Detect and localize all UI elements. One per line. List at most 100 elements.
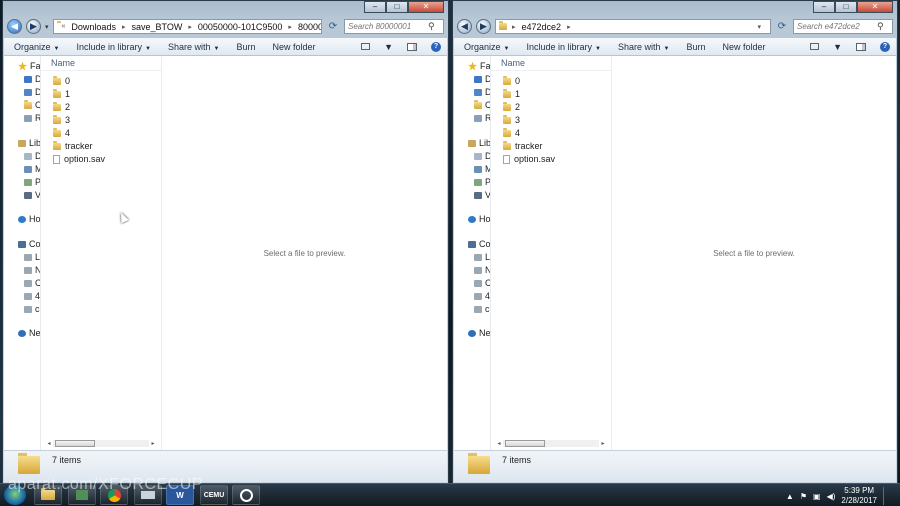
share-with-button[interactable]: Share with ▼: [618, 42, 669, 52]
include-in-library-button[interactable]: Include in library ▼: [526, 42, 600, 52]
new-folder-button[interactable]: New folder: [272, 42, 315, 52]
nav-item[interactable]: Lo: [24, 252, 40, 262]
volume-icon[interactable]: ◀): [827, 492, 836, 501]
nav-item[interactable]: Cl: [24, 278, 40, 288]
close-button[interactable]: ✕: [408, 1, 444, 13]
refresh-icon[interactable]: ⟳: [326, 19, 340, 34]
nav-item[interactable]: Cl: [474, 278, 490, 288]
new-folder-button[interactable]: New folder: [722, 42, 765, 52]
scroll-left-icon[interactable]: ◂: [495, 440, 503, 447]
help-icon[interactable]: ?: [431, 41, 441, 52]
nav-item[interactable]: Ci: [24, 99, 40, 110]
list-item[interactable]: 0: [53, 75, 70, 86]
list-item[interactable]: 4: [53, 127, 70, 138]
nav-item-network[interactable]: Net: [18, 328, 40, 338]
search-input[interactable]: [797, 22, 877, 31]
nav-item-homegroup[interactable]: Ho: [468, 214, 490, 224]
preview-pane-icon[interactable]: [856, 42, 866, 51]
chevron-right-icon[interactable]: ▸: [122, 23, 126, 31]
nav-item[interactable]: D: [474, 151, 490, 161]
breadcrumb-item[interactable]: e472dce2: [522, 22, 562, 32]
show-hidden-icons-icon[interactable]: ▲: [786, 492, 794, 501]
share-with-button[interactable]: Share with ▼: [168, 42, 219, 52]
nav-item-homegroup[interactable]: Ho: [18, 214, 40, 224]
nav-item[interactable]: D: [24, 87, 40, 97]
minimize-button[interactable]: –: [813, 1, 835, 13]
address-bar[interactable]: « Downloads ▸ save_BTOW ▸ 00050000-101C9…: [52, 19, 322, 34]
list-item[interactable]: tracker: [503, 140, 543, 151]
nav-item[interactable]: D: [474, 74, 490, 84]
nav-item[interactable]: 4T: [474, 291, 490, 301]
help-icon[interactable]: ?: [880, 41, 890, 52]
chevron-right-icon[interactable]: ▸: [188, 23, 192, 31]
nav-item[interactable]: Lo: [474, 252, 490, 262]
minimize-button[interactable]: –: [364, 1, 386, 13]
search-box[interactable]: ⚲: [344, 19, 444, 34]
forward-button[interactable]: ▶: [476, 19, 491, 34]
nav-item-libraries[interactable]: Libr: [18, 138, 40, 148]
include-in-library-button[interactable]: Include in library ▼: [76, 42, 150, 52]
scroll-left-icon[interactable]: ◂: [45, 440, 53, 447]
recent-pages-dropdown[interactable]: ▾: [45, 23, 49, 31]
nav-item[interactable]: N: [24, 265, 40, 275]
nav-item[interactable]: Ci: [474, 99, 490, 110]
breadcrumb-item[interactable]: 00050000-101C9500: [198, 22, 283, 32]
chevron-right-icon[interactable]: ▸: [288, 23, 292, 31]
nav-item-favorites[interactable]: Fav: [468, 61, 490, 71]
list-item[interactable]: 1: [53, 88, 70, 99]
burn-button[interactable]: Burn: [686, 42, 705, 52]
scroll-thumb[interactable]: [505, 440, 545, 447]
scroll-right-icon[interactable]: ▸: [149, 440, 157, 447]
scroll-thumb[interactable]: [55, 440, 95, 447]
address-dropdown-icon[interactable]: ▾: [757, 23, 761, 31]
nav-item[interactable]: M: [474, 164, 490, 174]
list-item[interactable]: option.sav: [53, 154, 105, 164]
burn-button[interactable]: Burn: [236, 42, 255, 52]
chevron-right-icon[interactable]: ▸: [567, 23, 571, 31]
list-item[interactable]: 2: [503, 101, 520, 112]
clock[interactable]: 5:39 PM 2/28/2017: [841, 486, 877, 506]
nav-item-computer[interactable]: Cor: [18, 239, 40, 249]
nav-item[interactable]: cp: [24, 304, 40, 314]
breadcrumb-item[interactable]: save_BTOW: [131, 22, 182, 32]
back-button[interactable]: ◀: [7, 19, 22, 34]
nav-item-network[interactable]: Net: [468, 328, 490, 338]
search-icon[interactable]: ⚲: [428, 21, 435, 32]
network-icon[interactable]: ▣: [813, 492, 821, 501]
list-item[interactable]: 2: [53, 101, 70, 112]
forward-button[interactable]: ▶: [26, 19, 41, 34]
list-item[interactable]: 3: [503, 114, 520, 125]
change-view-icon[interactable]: [361, 43, 371, 50]
nav-item[interactable]: D: [24, 151, 40, 161]
nav-item[interactable]: Vi: [474, 190, 490, 200]
nav-item[interactable]: cp: [474, 304, 490, 314]
maximize-button[interactable]: □: [386, 1, 408, 13]
horizontal-scrollbar[interactable]: ◂ ▸: [495, 439, 607, 448]
search-box[interactable]: ⚲: [793, 19, 893, 34]
action-center-flag-icon[interactable]: ⚑: [800, 492, 807, 501]
refresh-icon[interactable]: ⟳: [775, 19, 789, 34]
nav-item[interactable]: N: [474, 265, 490, 275]
nav-item[interactable]: Pi: [24, 177, 40, 187]
name-column-header[interactable]: Name: [51, 58, 75, 68]
nav-item[interactable]: Re: [474, 113, 490, 123]
taskbar-cemu-button[interactable]: CEMU: [200, 485, 228, 505]
list-item[interactable]: 1: [503, 88, 520, 99]
address-bar[interactable]: ▸ e472dce2 ▸ ▾: [495, 19, 771, 34]
organize-button[interactable]: Organize ▼: [464, 42, 509, 52]
show-desktop-button[interactable]: [883, 487, 892, 505]
taskbar-obs-button[interactable]: [232, 485, 260, 505]
view-dropdown-icon[interactable]: ▼: [833, 42, 842, 52]
change-view-icon[interactable]: [810, 43, 820, 50]
maximize-button[interactable]: □: [835, 1, 857, 13]
search-icon[interactable]: ⚲: [877, 21, 884, 32]
organize-button[interactable]: Organize ▼: [14, 42, 59, 52]
nav-item[interactable]: Pi: [474, 177, 490, 187]
breadcrumb-item[interactable]: 80000001: [298, 22, 321, 32]
list-item[interactable]: 4: [503, 127, 520, 138]
back-button[interactable]: ◀: [457, 19, 472, 34]
list-item[interactable]: 0: [503, 75, 520, 86]
horizontal-scrollbar[interactable]: ◂ ▸: [45, 439, 157, 448]
preview-pane-icon[interactable]: [407, 42, 417, 51]
close-button[interactable]: ✕: [857, 1, 893, 13]
